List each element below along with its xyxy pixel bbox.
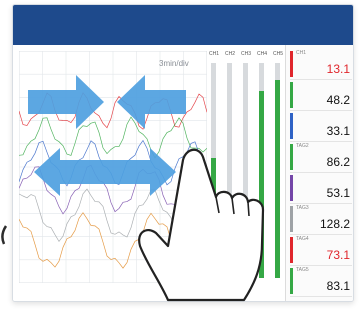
channel-value: 33.1 bbox=[326, 124, 350, 138]
bar-channel-label: CH3 bbox=[240, 51, 251, 57]
channel-color-stripe bbox=[290, 51, 293, 77]
channel-tag: TAG3 bbox=[296, 205, 309, 211]
channel-color-stripe bbox=[290, 82, 293, 108]
channel-tag: TAG4 bbox=[296, 236, 309, 242]
channel-value: 73.1 bbox=[326, 248, 350, 262]
value-tile: TAG5 83.1 bbox=[290, 266, 352, 297]
value-tile: 53.1 bbox=[290, 173, 352, 204]
channel-tag: TAG2 bbox=[296, 143, 309, 149]
value-tile: TAG3 128.2 bbox=[290, 204, 352, 235]
channel-tag: TAG5 bbox=[296, 267, 309, 273]
bar-channel-label: CH4 bbox=[256, 51, 267, 57]
channel-color-stripe bbox=[290, 144, 293, 170]
channel-value: 48.2 bbox=[326, 93, 350, 107]
title-bar bbox=[13, 5, 353, 45]
bar-channel-label: CH5 bbox=[272, 51, 283, 57]
value-tile: TAG2 86.2 bbox=[290, 142, 352, 173]
bar-channel-label: CH2 bbox=[224, 51, 235, 57]
value-tile: 33.1 bbox=[290, 111, 352, 142]
value-tile: CH1 13.1 bbox=[290, 49, 352, 80]
channel-value: 83.1 bbox=[326, 279, 350, 293]
value-tile: 48.2 bbox=[290, 80, 352, 111]
bar-channel-label: CH1 bbox=[208, 51, 219, 57]
channel-value: 13.1 bbox=[326, 62, 350, 76]
channel-value: 53.1 bbox=[326, 186, 350, 200]
bar-channel: CH5 bbox=[271, 51, 285, 283]
digital-values-panel: CH1 13.1 48.2 33.1 TAG2 86.2 53.1 TAG3 128.2 TAG4… bbox=[285, 45, 353, 301]
cable-edge bbox=[1, 225, 8, 245]
bar-fill bbox=[275, 80, 280, 278]
channel-value: 86.2 bbox=[326, 155, 350, 169]
channel-tag: CH1 bbox=[296, 50, 307, 56]
bar-track bbox=[275, 63, 280, 278]
channel-color-stripe bbox=[290, 175, 293, 201]
channel-color-stripe bbox=[290, 237, 293, 263]
channel-value: 128.2 bbox=[319, 217, 350, 231]
channel-color-stripe bbox=[290, 268, 293, 294]
time-per-div-label: 3min/div bbox=[159, 59, 189, 68]
channel-color-stripe bbox=[290, 113, 293, 139]
channel-color-stripe bbox=[290, 206, 293, 232]
value-tile: TAG4 73.1 bbox=[290, 235, 352, 266]
